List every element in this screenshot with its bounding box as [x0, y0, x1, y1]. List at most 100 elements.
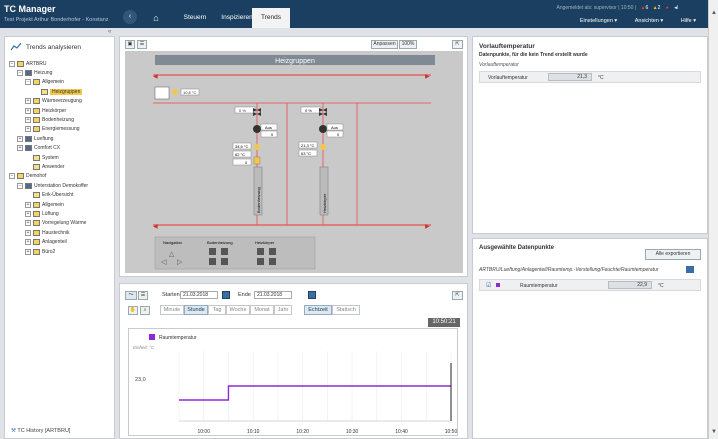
- back-button[interactable]: ‹: [123, 10, 137, 24]
- menu-ansichten[interactable]: Ansichten ▾: [635, 18, 663, 24]
- expand-icon[interactable]: +: [25, 107, 31, 114]
- tree-item-label: Lueftung: [34, 135, 54, 142]
- collapse-sidebar-button[interactable]: «: [108, 29, 111, 35]
- diagram-title: Heizgruppen: [275, 58, 315, 65]
- export-all-button[interactable]: Alle exportieren: [645, 249, 701, 260]
- collapse-icon[interactable]: −: [17, 182, 23, 189]
- tab-steuern[interactable]: Steuern: [174, 8, 216, 28]
- end-label: Ende: [238, 292, 251, 298]
- end-calendar-icon[interactable]: [308, 291, 316, 299]
- expand-icon[interactable]: +: [25, 239, 31, 246]
- tree-item[interactable]: System: [9, 153, 113, 162]
- collapse-icon[interactable]: −: [9, 60, 15, 67]
- tree-item[interactable]: + Comfort CX: [9, 144, 113, 153]
- expand-icon[interactable]: +: [17, 135, 23, 142]
- select-tool-icon[interactable]: ▣: [125, 40, 135, 49]
- mode-echtzeit[interactable]: Echtzeit: [304, 305, 332, 315]
- home-icon[interactable]: ⌂: [142, 8, 170, 28]
- expand-icon[interactable]: +: [25, 229, 31, 236]
- tree-item[interactable]: − Demohof: [9, 172, 113, 181]
- tree-item[interactable]: + Lueftung: [9, 134, 113, 143]
- range-minute[interactable]: Minute: [160, 305, 184, 315]
- menu-hilfe[interactable]: Hilfe ▾: [681, 18, 696, 24]
- expand-icon[interactable]: +: [25, 126, 31, 133]
- nav-left-icon: ◁: [161, 259, 167, 266]
- tree-item[interactable]: Heizgruppen: [9, 87, 113, 96]
- scroll-up-icon[interactable]: ▲: [711, 10, 717, 16]
- history-label[interactable]: TC History [ARTBRU]: [17, 428, 70, 434]
- sidebar-title-text: Trends analysieren: [26, 43, 82, 51]
- tree-item[interactable]: + Anlagenteil: [9, 237, 113, 246]
- tree-item[interactable]: − ARTBRU: [9, 59, 113, 68]
- expand-icon[interactable]: +: [25, 98, 31, 105]
- pan-tool-icon[interactable]: ✋: [128, 306, 138, 315]
- scroll-down-icon[interactable]: ▼: [711, 429, 717, 435]
- tree-item[interactable]: Anwender: [9, 162, 113, 171]
- g1-t2: 62 °C: [235, 152, 245, 157]
- status-icon[interactable]: ●: [666, 5, 669, 11]
- selected-row: ☑ Raumtemperatur 22,9 °C: [479, 279, 701, 291]
- page-icon: [41, 88, 48, 95]
- building-icon: [25, 135, 32, 142]
- range-jahr[interactable]: Jahr: [274, 305, 292, 315]
- tab-trends[interactable]: Trends: [252, 8, 290, 28]
- tree-item[interactable]: + Lüftung: [9, 209, 113, 218]
- expand-icon[interactable]: ⇱: [452, 40, 463, 49]
- trend-panel: 〜 ☰ Starten 21.03.2018 Ende 21.03.2018 ⇱…: [119, 283, 468, 439]
- expand-trend-icon[interactable]: ⇱: [452, 291, 463, 300]
- zoom-tool-icon[interactable]: ⌕: [140, 306, 150, 315]
- tree-item-label: Haustechnik: [42, 229, 70, 236]
- login-info: Angemeldet als: supervisor | 10:50 | ▲6 …: [557, 5, 678, 11]
- collapse-icon[interactable]: −: [9, 173, 15, 180]
- folder-icon: [33, 98, 40, 105]
- list-view-icon[interactable]: ☰: [137, 40, 147, 49]
- range-tag[interactable]: Tag: [208, 305, 226, 315]
- page-scrollbar[interactable]: ▲ ▼: [708, 0, 718, 439]
- tree-item[interactable]: + Energiemessung: [9, 125, 113, 134]
- tree-item[interactable]: + Büro2: [9, 247, 113, 256]
- end-date-input[interactable]: 21.03.2018: [254, 291, 292, 299]
- speaker-icon[interactable]: ◂ǀ: [674, 5, 678, 11]
- tree-item-label: Wärmeerzeugung: [42, 98, 82, 105]
- table-view-icon[interactable]: ☰: [138, 291, 148, 300]
- alarm-count: 6: [645, 5, 649, 11]
- legend-swatch: [149, 334, 155, 340]
- tree-item[interactable]: + Allgemein: [9, 200, 113, 209]
- details-row-value: 21,3: [548, 73, 592, 81]
- tree-item[interactable]: − Unterstation Demokoffer: [9, 181, 113, 190]
- tree-item[interactable]: + Bodenheizung: [9, 115, 113, 124]
- start-date-input[interactable]: 21.03.2018: [180, 291, 218, 299]
- menu-einstellungen[interactable]: Einstellungen ▾: [580, 18, 617, 24]
- tree-item[interactable]: + Haustechnik: [9, 228, 113, 237]
- range-stunde[interactable]: Stunde: [184, 305, 208, 315]
- mode-statisch[interactable]: Statisch: [332, 305, 360, 315]
- expand-icon[interactable]: +: [25, 220, 31, 227]
- expand-icon[interactable]: +: [25, 210, 31, 217]
- remove-path-icon[interactable]: [686, 266, 694, 273]
- tree-item[interactable]: − Heizung: [9, 68, 113, 77]
- tree-item-label: System: [42, 154, 59, 161]
- nav-right-icon: ▷: [177, 259, 183, 266]
- building-icon: [25, 145, 32, 152]
- row-checkbox[interactable]: ☑: [486, 282, 491, 289]
- tree-item[interactable]: − Allgemein: [9, 78, 113, 87]
- collapse-icon[interactable]: −: [17, 70, 23, 77]
- x-tick-label: 10:10: [247, 429, 260, 435]
- range-monat[interactable]: Monat: [250, 305, 274, 315]
- tree-item[interactable]: + Heizkörper: [9, 106, 113, 115]
- x-tick-label: 10:30: [346, 429, 359, 435]
- zoom-100-button[interactable]: 100%: [399, 40, 417, 49]
- expand-icon[interactable]: +: [25, 248, 31, 255]
- details-group: Vorlauftemperatur: [479, 62, 519, 68]
- start-calendar-icon[interactable]: [222, 291, 230, 299]
- expand-icon[interactable]: +: [25, 201, 31, 208]
- expand-icon[interactable]: +: [17, 145, 23, 152]
- line-chart-icon[interactable]: 〜: [125, 291, 137, 300]
- expand-icon[interactable]: +: [25, 117, 31, 124]
- tree-item[interactable]: + Vorregelung Wärme: [9, 219, 113, 228]
- range-woche[interactable]: Woche: [226, 305, 250, 315]
- tree-item[interactable]: + Wärmeerzeugung: [9, 97, 113, 106]
- tree-item[interactable]: Erik-Übersicht: [9, 190, 113, 199]
- collapse-icon[interactable]: −: [25, 79, 31, 86]
- fit-button[interactable]: Anpassen: [371, 40, 398, 49]
